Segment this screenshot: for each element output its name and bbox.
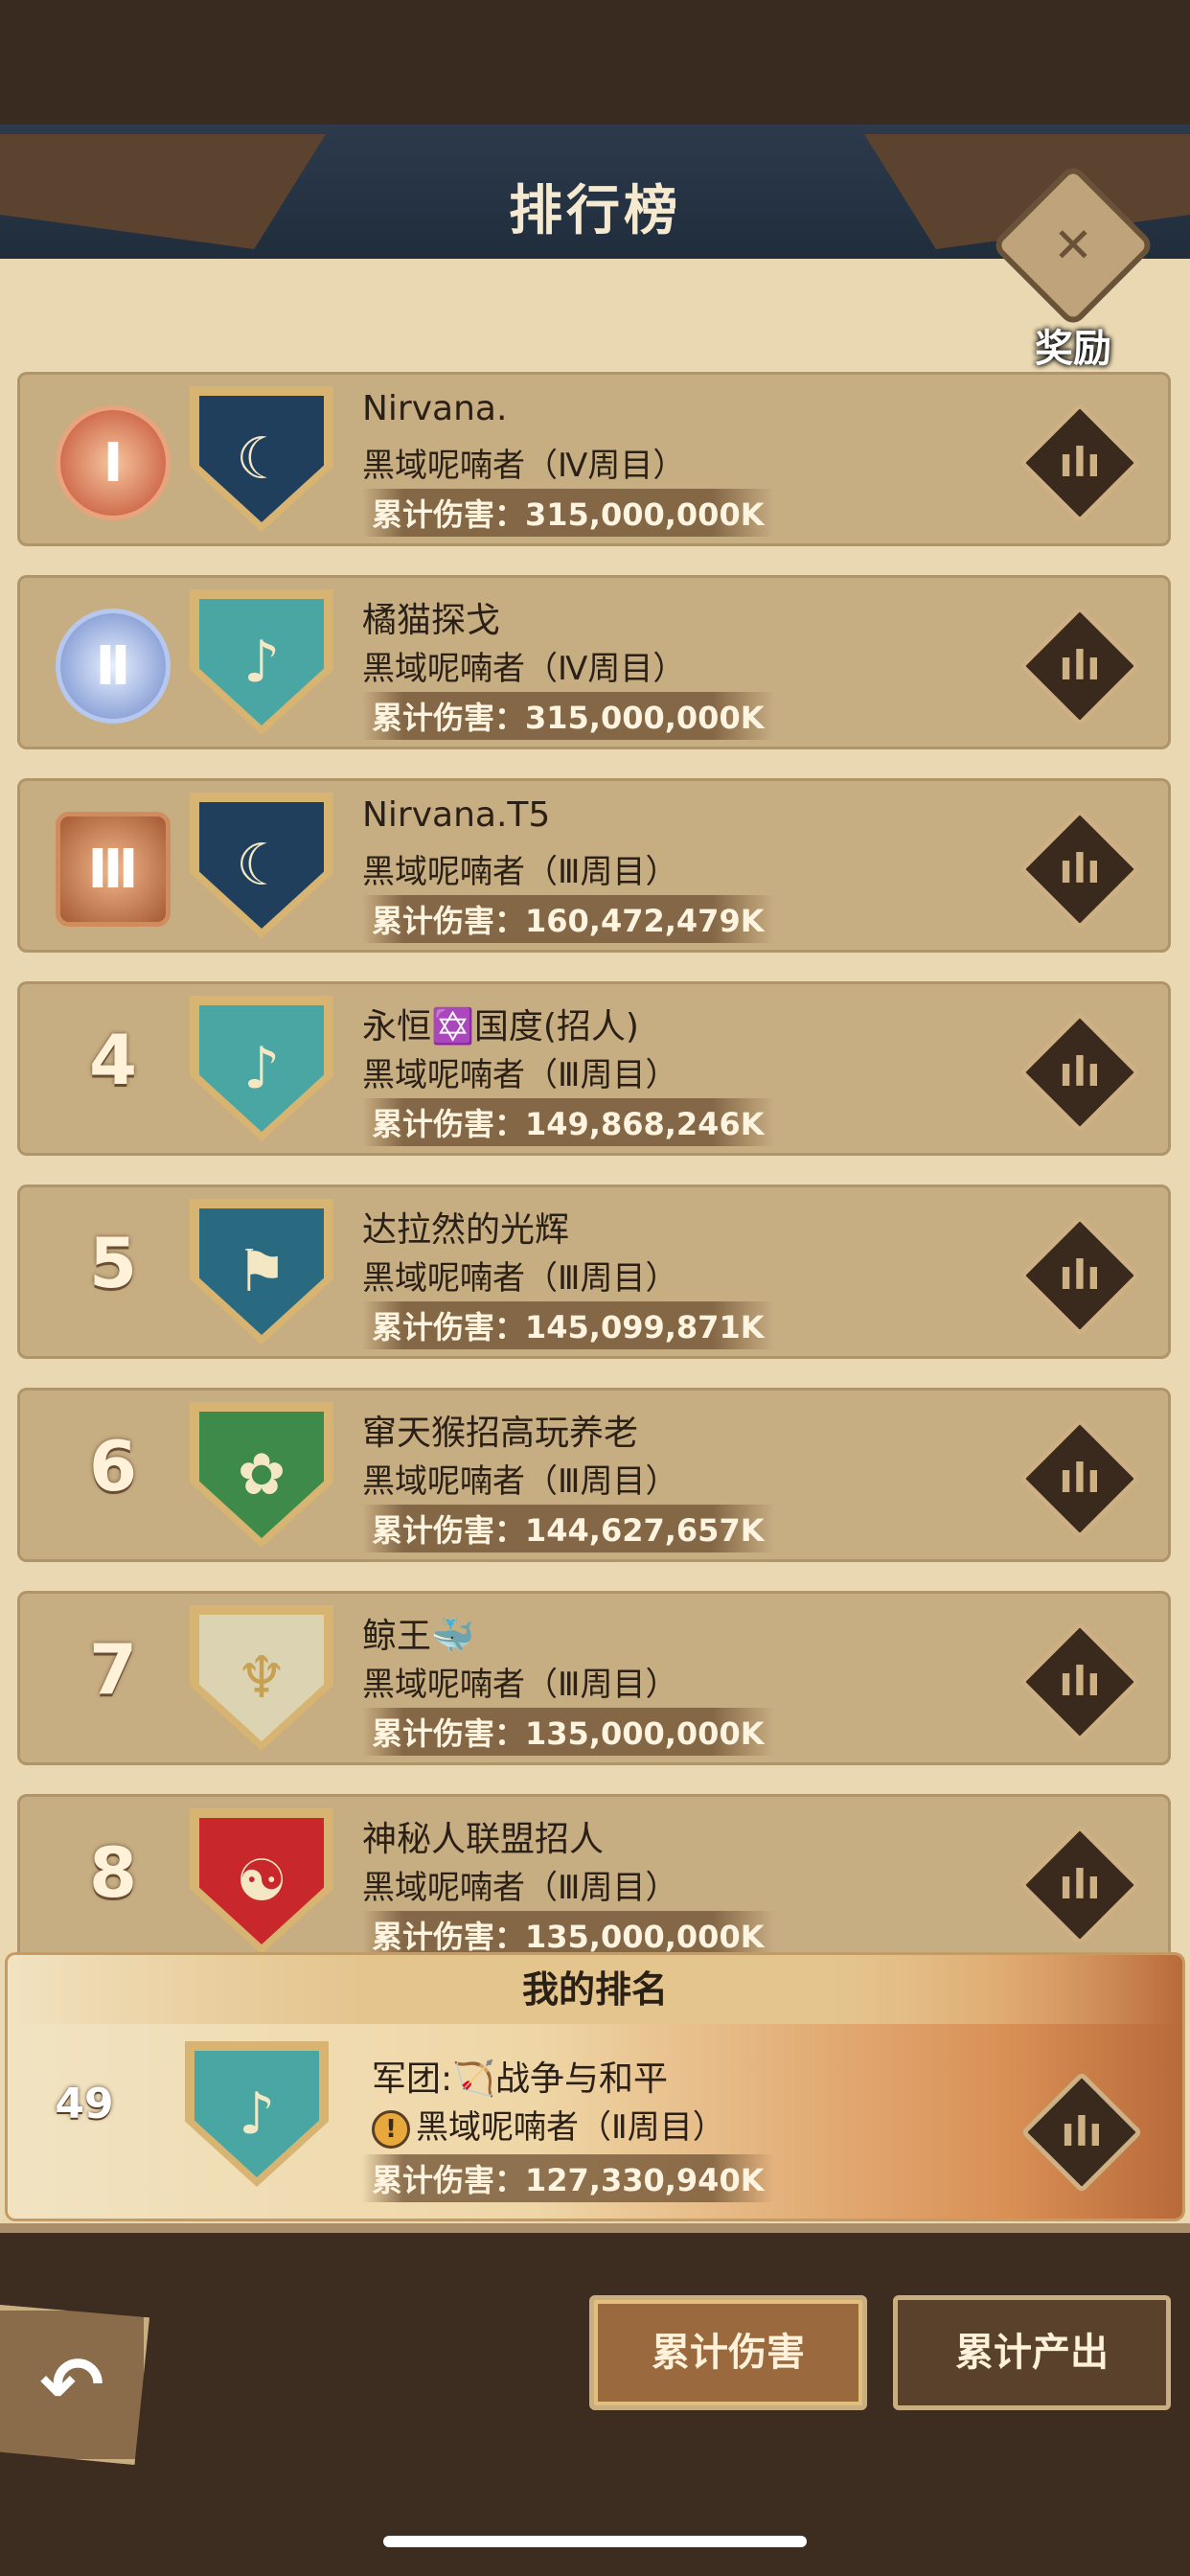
- rank-number: 6: [88, 1426, 138, 1506]
- guild-emblem: ♆: [190, 1605, 333, 1751]
- my-guild-name: 军团:🏹战争与和平: [372, 2059, 668, 2099]
- guild-name: 窜天猴招高玩养老: [362, 1414, 639, 1453]
- boss-label: 黑域呢喃者（Ⅲ周目）: [362, 853, 678, 891]
- guild-name: Nirvana.: [362, 389, 508, 428]
- bar-chart-icon: ılı: [1059, 1861, 1101, 1908]
- stats-button[interactable]: ılı: [1018, 1824, 1141, 1946]
- home-indicator[interactable]: [383, 2536, 807, 2547]
- leaderboard-row[interactable]: Ⅱ ♪ 橘猫探戈 黑域呢喃者（Ⅳ周目） 累计伤害：315,000,000K ılı: [17, 575, 1171, 749]
- damage-value: 累计伤害：145,099,871K: [362, 1301, 774, 1349]
- my-rank-number: 49: [55, 2080, 114, 2128]
- guild-name: 鲸王🐳: [362, 1617, 474, 1656]
- stats-button[interactable]: ılı: [1018, 1417, 1141, 1540]
- stats-button[interactable]: ılı: [1018, 402, 1141, 524]
- my-stats-button[interactable]: ılı: [1020, 2071, 1143, 2194]
- stats-button[interactable]: ılı: [1018, 605, 1141, 727]
- guild-emblem: ⚑: [190, 1199, 333, 1345]
- reward-crest-icon: ✕: [990, 162, 1156, 329]
- damage-value: 累计伤害：315,000,000K: [362, 692, 774, 740]
- leaderboard-row[interactable]: Ⅲ ☾ Nirvana.T5 黑域呢喃者（Ⅲ周目） 累计伤害：160,472,47…: [17, 778, 1171, 953]
- rank-number: 7: [88, 1629, 138, 1710]
- rank-number: 8: [88, 1832, 138, 1913]
- boss-label: 黑域呢喃者（Ⅳ周目）: [362, 447, 686, 485]
- damage-value: 累计伤害：135,000,000K: [362, 1911, 774, 1959]
- tab-cumulative-damage[interactable]: 累计伤害: [589, 2295, 867, 2410]
- damage-value: 累计伤害：160,472,479K: [362, 895, 774, 943]
- boss-label: 黑域呢喃者（Ⅲ周目）: [362, 1056, 678, 1094]
- back-arrow-icon: ↶: [39, 2340, 104, 2429]
- guild-emblem: ♪: [185, 2041, 329, 2187]
- guild-name: 永恒✡️国度(招人): [362, 1007, 639, 1046]
- guild-emblem: ☾: [190, 386, 333, 532]
- guild-name: 橘猫探戈: [362, 601, 501, 640]
- back-button[interactable]: ↶: [0, 2305, 149, 2465]
- stats-button[interactable]: ılı: [1018, 1621, 1141, 1743]
- boss-label: 黑域呢喃者（Ⅲ周目）: [362, 1666, 678, 1704]
- leaderboard-row[interactable]: Ⅰ ☾ Nirvana. 黑域呢喃者（Ⅳ周目） 累计伤害：315,000,000K…: [17, 372, 1171, 546]
- boss-label: 黑域呢喃者（Ⅳ周目）: [362, 650, 686, 688]
- guild-emblem: ☯: [190, 1808, 333, 1954]
- bar-chart-icon: ılı: [1059, 1048, 1101, 1095]
- damage-value: 累计伤害：149,868,246K: [362, 1098, 774, 1146]
- bar-chart-icon: ılı: [1061, 2108, 1103, 2155]
- leaderboard-row[interactable]: 8 ☯ 神秘人联盟招人 黑域呢喃者（Ⅲ周目） 累计伤害：135,000,000K …: [17, 1794, 1171, 1968]
- my-boss-text: 黑域呢喃者（Ⅱ周目）: [416, 2108, 725, 2147]
- my-rank-title: 我的排名: [8, 1955, 1182, 2024]
- leaderboard-row[interactable]: 4 ♪ 永恒✡️国度(招人) 黑域呢喃者（Ⅲ周目） 累计伤害：149,868,24…: [17, 981, 1171, 1156]
- rank-medal-icon: Ⅲ: [56, 812, 171, 927]
- leaderboard-row[interactable]: 6 ✿ 窜天猴招高玩养老 黑域呢喃者（Ⅲ周目） 累计伤害：144,627,657K…: [17, 1388, 1171, 1562]
- guild-name: 神秘人联盟招人: [362, 1820, 605, 1859]
- guild-emblem: ♪: [190, 589, 333, 735]
- damage-value: 累计伤害：315,000,000K: [362, 489, 774, 537]
- leaderboard-row[interactable]: 7 ♆ 鲸王🐳 黑域呢喃者（Ⅲ周目） 累计伤害：135,000,000K ılı: [17, 1591, 1171, 1765]
- tab-cumulative-output[interactable]: 累计产出: [893, 2295, 1171, 2410]
- warning-icon: !: [372, 2109, 410, 2149]
- guild-emblem: ✿: [190, 1402, 333, 1548]
- bar-chart-icon: ılı: [1059, 845, 1101, 892]
- bar-chart-icon: ılı: [1059, 439, 1101, 486]
- guild-emblem: ☾: [190, 793, 333, 938]
- my-rank-card: 我的排名 49 ♪ 军团:🏹战争与和平 ! 黑域呢喃者（Ⅱ周目） 累计伤害：127…: [8, 1955, 1182, 2219]
- stats-button[interactable]: ılı: [1018, 808, 1141, 931]
- rank-number: 5: [88, 1223, 138, 1303]
- rank-medal-icon: Ⅱ: [56, 609, 171, 724]
- reward-button[interactable]: ✕ 奖励: [990, 162, 1156, 371]
- stats-button[interactable]: ılı: [1018, 1011, 1141, 1134]
- rank-number: 4: [88, 1020, 138, 1100]
- damage-value: 累计伤害：135,000,000K: [362, 1708, 774, 1756]
- my-boss-label: ! 黑域呢喃者（Ⅱ周目）: [372, 2101, 725, 2149]
- leaderboard-row[interactable]: 5 ⚑ 达拉然的光辉 黑域呢喃者（Ⅲ周目） 累计伤害：145,099,871K ı…: [17, 1184, 1171, 1359]
- guild-emblem: ♪: [190, 996, 333, 1141]
- top-bar: [0, 0, 1190, 125]
- boss-label: 黑域呢喃者（Ⅲ周目）: [362, 1462, 678, 1501]
- guild-name: Nirvana.T5: [362, 795, 551, 835]
- boss-label: 黑域呢喃者（Ⅲ周目）: [362, 1259, 678, 1298]
- my-damage: 累计伤害：127,330,940K: [362, 2154, 774, 2202]
- bar-chart-icon: ılı: [1059, 1455, 1101, 1502]
- bar-chart-icon: ılı: [1059, 1658, 1101, 1705]
- boss-label: 黑域呢喃者（Ⅲ周目）: [362, 1869, 678, 1907]
- bar-chart-icon: ılı: [1059, 1252, 1101, 1299]
- bar-chart-icon: ılı: [1059, 642, 1101, 689]
- stats-button[interactable]: ılı: [1018, 1214, 1141, 1337]
- rank-medal-icon: Ⅰ: [56, 405, 171, 520]
- damage-value: 累计伤害：144,627,657K: [362, 1505, 774, 1552]
- guild-name: 达拉然的光辉: [362, 1210, 570, 1250]
- reward-label: 奖励: [1035, 327, 1111, 371]
